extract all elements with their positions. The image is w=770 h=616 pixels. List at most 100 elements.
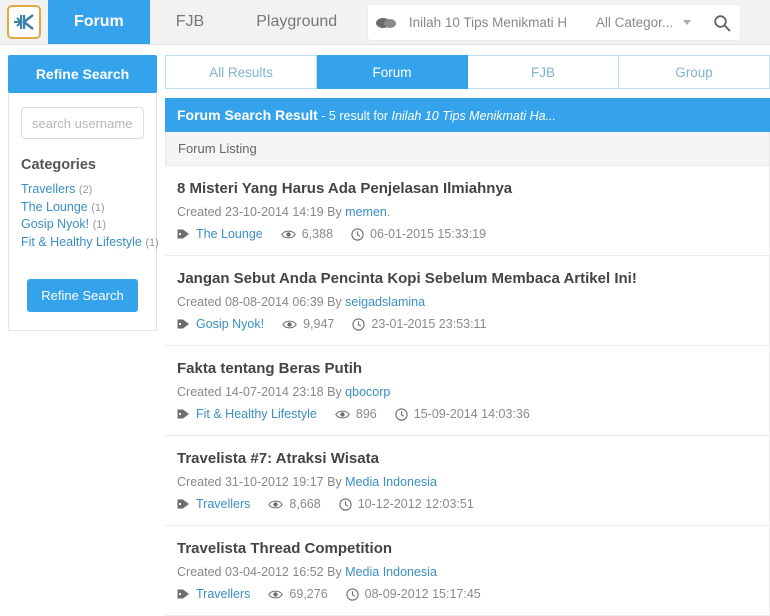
thread-category-group[interactable]: Gosip Nyok! bbox=[177, 317, 264, 331]
thread-category-group[interactable]: The Lounge bbox=[177, 227, 263, 241]
tag-icon bbox=[177, 228, 190, 240]
eye-icon bbox=[280, 229, 296, 240]
tab-all-results[interactable]: All Results bbox=[165, 55, 317, 89]
thread-author-link[interactable]: memen bbox=[345, 205, 387, 219]
thread-category-link[interactable]: The Lounge bbox=[196, 227, 263, 241]
thread-created-suffix: . bbox=[386, 205, 391, 219]
tab-forum-label: Forum bbox=[372, 64, 412, 80]
category-label: Gosip Nyok! bbox=[21, 217, 90, 231]
tab-all-results-label: All Results bbox=[209, 64, 273, 80]
refine-search-header: Refine Search bbox=[8, 55, 157, 93]
kaskus-logo-glyph bbox=[14, 14, 34, 30]
thread-row[interactable]: Travelista Thread Competition Created 03… bbox=[165, 526, 769, 616]
refine-search-panel: Categories Travellers (2) The Lounge (1)… bbox=[8, 93, 159, 331]
thread-row[interactable]: Fakta tentang Beras Putih Created 14-07-… bbox=[165, 346, 769, 436]
kaskus-logo-icon[interactable] bbox=[7, 5, 41, 39]
nav-item-playground[interactable]: Playground bbox=[230, 0, 363, 44]
thread-category-group[interactable]: Travellers bbox=[177, 497, 250, 511]
chat-bubble-icon[interactable] bbox=[368, 16, 405, 30]
thread-author-link[interactable]: qbocorp bbox=[345, 385, 390, 399]
thread-lastpost-date: 08-09-2012 15:17:45 bbox=[364, 587, 481, 601]
thread-lastpost-group: 23-01-2015 23:53:11 bbox=[352, 317, 487, 331]
category-count: (1) bbox=[91, 201, 105, 214]
category-item[interactable]: The Lounge (1) bbox=[21, 199, 144, 217]
thread-category-group[interactable]: Travellers bbox=[177, 587, 250, 601]
search-username-input[interactable] bbox=[21, 107, 144, 139]
thread-category-link[interactable]: Travellers bbox=[196, 497, 250, 511]
thread-created-prefix: Created 14-07-2014 23:18 By bbox=[177, 385, 346, 399]
thread-views-group: 896 bbox=[335, 407, 377, 421]
category-count: (2) bbox=[78, 184, 93, 196]
search-input[interactable] bbox=[404, 15, 590, 30]
thread-category-group[interactable]: Fit & Healthy Lifestyle bbox=[177, 407, 317, 421]
tab-fjb-label: FJB bbox=[530, 64, 555, 80]
thread-title[interactable]: Travelista #7: Atraksi Wisata bbox=[177, 450, 757, 468]
thread-views-count: 8,668 bbox=[289, 497, 321, 511]
nav-item-forum-label: Forum bbox=[74, 13, 124, 30]
thread-author-link[interactable]: Media Indonesia bbox=[345, 475, 437, 489]
tab-forum[interactable]: Forum bbox=[317, 55, 468, 89]
tab-group[interactable]: Group bbox=[619, 55, 770, 89]
refine-search-sidebar: Refine Search Categories Travellers (2) … bbox=[0, 45, 165, 331]
thread-lastpost-date: 06-01-2015 15:33:19 bbox=[370, 227, 487, 241]
tag-icon bbox=[177, 318, 190, 330]
category-label: Fit & Healthy Lifestyle bbox=[21, 234, 142, 249]
nav-item-fjb[interactable]: FJB bbox=[150, 0, 230, 44]
search-results-area: All Results Forum FJB Group Forum Search… bbox=[165, 45, 770, 616]
thread-views-group: 69,276 bbox=[268, 587, 328, 601]
clock-icon bbox=[346, 587, 359, 601]
categories-list: Travellers (2) The Lounge (1) Gosip Nyok… bbox=[21, 181, 159, 252]
eye-icon bbox=[268, 589, 284, 600]
thread-meta: The Lounge 6,388 06-01-2015 15:33:19 bbox=[177, 227, 757, 241]
category-select[interactable]: All Categor... bbox=[590, 15, 703, 30]
thread-category-link[interactable]: Gosip Nyok! bbox=[196, 317, 264, 331]
thread-author-link[interactable]: Media Indonesia bbox=[345, 565, 437, 579]
eye-icon bbox=[268, 499, 284, 510]
category-item[interactable]: Travellers (2) bbox=[21, 181, 144, 199]
thread-category-link[interactable]: Fit & Healthy Lifestyle bbox=[196, 407, 317, 421]
thread-author-link[interactable]: seigadslamina bbox=[345, 295, 425, 309]
thread-meta: Travellers 8,668 10-12-2012 12:03:51 bbox=[177, 497, 757, 511]
tag-icon bbox=[177, 408, 190, 420]
category-label: Travellers bbox=[21, 182, 76, 196]
thread-lastpost-date: 23-01-2015 23:53:11 bbox=[371, 317, 487, 331]
thread-title[interactable]: Jangan Sebut Anda Pencinta Kopi Sebelum … bbox=[177, 270, 757, 288]
thread-category-link[interactable]: Travellers bbox=[196, 587, 250, 601]
thread-title[interactable]: 8 Misteri Yang Harus Ada Penjelasan Ilmi… bbox=[177, 180, 757, 198]
thread-row[interactable]: 8 Misteri Yang Harus Ada Penjelasan Ilmi… bbox=[165, 166, 769, 256]
nav-item-forum[interactable]: Forum bbox=[48, 0, 150, 44]
refine-search-header-label: Refine Search bbox=[35, 66, 130, 82]
thread-title[interactable]: Fakta tentang Beras Putih bbox=[177, 360, 757, 378]
category-count: (1) bbox=[92, 219, 107, 231]
nav-item-playground-label: Playground bbox=[256, 13, 338, 30]
thread-created: Created 14-07-2014 23:18 By qbocorp bbox=[177, 385, 757, 399]
global-search-bar: All Categor... bbox=[368, 5, 740, 40]
thread-created: Created 31-10-2012 19:17 By Media Indone… bbox=[177, 475, 757, 489]
category-item[interactable]: Gosip Nyok! (1) bbox=[21, 216, 144, 234]
logo-container[interactable] bbox=[0, 0, 48, 44]
thread-lastpost-date: 10-12-2012 12:03:51 bbox=[357, 497, 474, 511]
chevron-down-icon bbox=[683, 20, 692, 25]
result-header-title: Forum Search Result bbox=[177, 107, 318, 123]
thread-lastpost-group: 10-12-2012 12:03:51 bbox=[339, 497, 474, 511]
thread-created: Created 03-04-2012 16:52 By Media Indone… bbox=[177, 565, 757, 579]
categories-title-label: Categories bbox=[21, 157, 96, 173]
top-navigation-bar: Forum FJB Playground All Categor... bbox=[0, 0, 770, 45]
thread-lastpost-date: 15-09-2014 14:03:36 bbox=[413, 407, 530, 421]
category-count: (1) bbox=[145, 236, 159, 249]
thread-title[interactable]: Travelista Thread Competition bbox=[177, 540, 757, 558]
refine-search-button[interactable]: Refine Search bbox=[27, 279, 138, 312]
thread-views-group: 9,947 bbox=[282, 317, 334, 331]
thread-views-group: 6,388 bbox=[280, 227, 333, 241]
thread-lastpost-group: 06-01-2015 15:33:19 bbox=[351, 227, 486, 241]
thread-row[interactable]: Jangan Sebut Anda Pencinta Kopi Sebelum … bbox=[165, 256, 769, 346]
result-header-query: Inilah 10 Tips Menikmati Ha... bbox=[391, 109, 557, 123]
thread-row[interactable]: Travelista #7: Atraksi Wisata Created 31… bbox=[165, 436, 769, 526]
search-button[interactable] bbox=[703, 14, 740, 32]
thread-meta: Fit & Healthy Lifestyle 896 15-09-2014 1… bbox=[177, 407, 757, 421]
category-item[interactable]: Fit & Healthy Lifestyle (1) bbox=[21, 234, 159, 252]
thread-meta: Travellers 69,276 08-09-2012 15:17:45 bbox=[177, 587, 757, 601]
tab-fjb[interactable]: FJB bbox=[468, 55, 619, 89]
thread-created: Created 08-08-2014 06:39 By seigadslamin… bbox=[177, 295, 757, 309]
result-header-bar: Forum Search Result - 5 result for Inila… bbox=[165, 98, 770, 132]
